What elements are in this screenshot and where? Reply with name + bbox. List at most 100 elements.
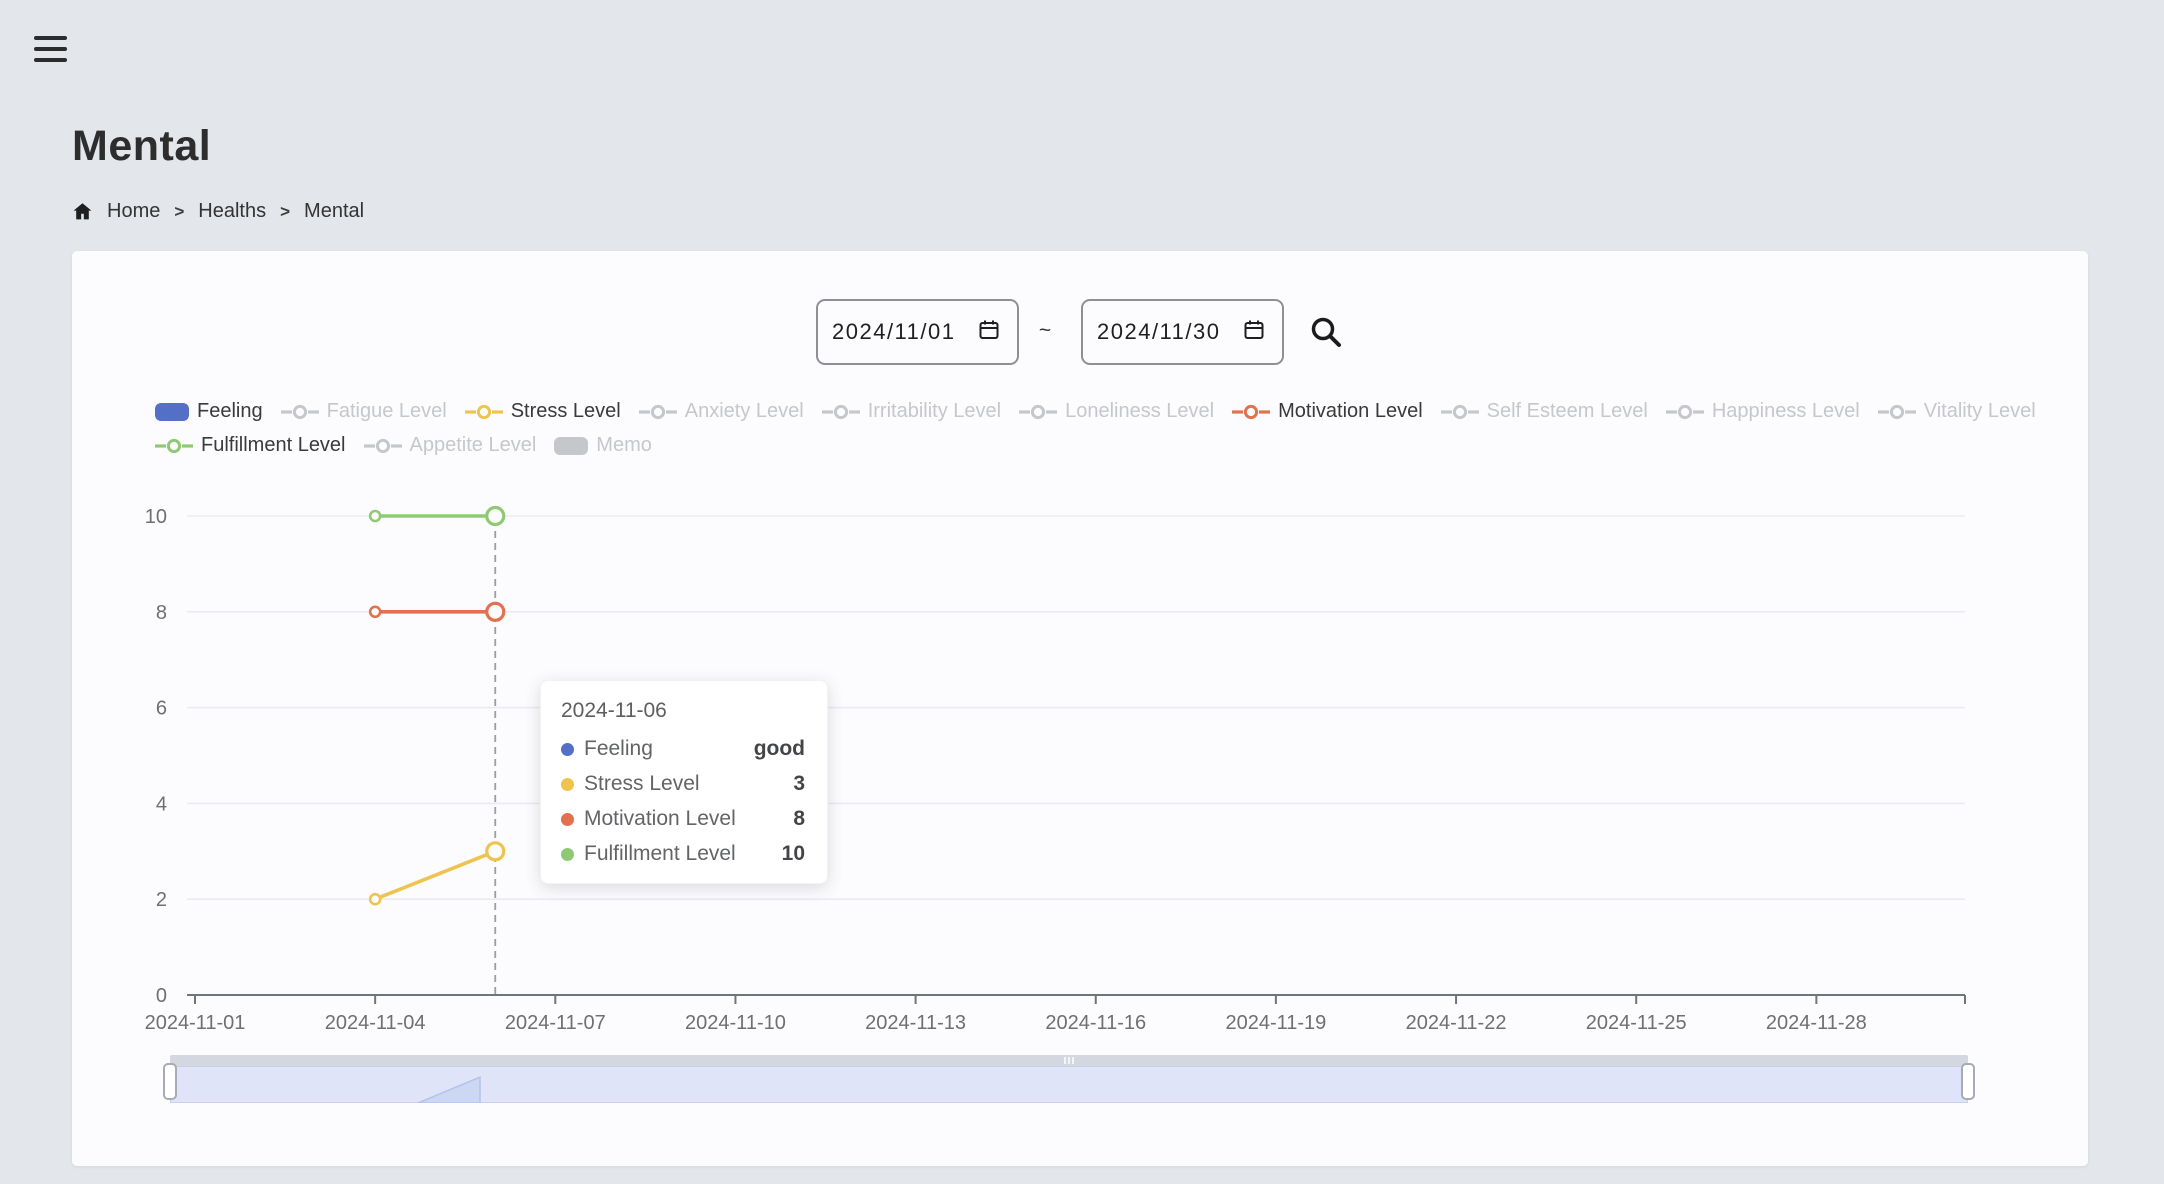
legend-label: Memo bbox=[596, 434, 652, 457]
series-line-icon bbox=[364, 438, 402, 454]
svg-text:2024-11-04: 2024-11-04 bbox=[325, 1012, 426, 1034]
svg-text:0: 0 bbox=[156, 985, 167, 1007]
legend-item-vitality-level[interactable]: Vitality Level bbox=[1878, 400, 2036, 423]
series-dot-icon bbox=[561, 778, 574, 791]
legend-label: Fatigue Level bbox=[327, 400, 447, 423]
svg-text:10: 10 bbox=[145, 506, 167, 528]
legend-item-happiness-level[interactable]: Happiness Level bbox=[1666, 400, 1860, 423]
datazoom-slider[interactable] bbox=[170, 1055, 1968, 1104]
legend-label: Fulfillment Level bbox=[201, 434, 346, 457]
legend-label: Self Esteem Level bbox=[1487, 400, 1648, 423]
legend-label: Happiness Level bbox=[1712, 400, 1860, 423]
legend-item-fatigue-level[interactable]: Fatigue Level bbox=[281, 400, 447, 423]
legend-item-irritability-level[interactable]: Irritability Level bbox=[822, 400, 1001, 423]
svg-text:2024-11-19: 2024-11-19 bbox=[1225, 1012, 1326, 1034]
svg-text:2024-11-28: 2024-11-28 bbox=[1766, 1012, 1867, 1034]
legend-label: Stress Level bbox=[511, 400, 621, 423]
start-date-input[interactable]: 2024/11/01 bbox=[816, 299, 1019, 365]
chart-tooltip: 2024-11-06 Feeling good Stress Level 3 Motiv… bbox=[540, 680, 828, 884]
series-line-icon bbox=[1666, 404, 1704, 420]
breadcrumb-item-mental: Mental bbox=[304, 200, 364, 223]
legend-label: Vitality Level bbox=[1924, 400, 2036, 423]
series-line-icon bbox=[822, 404, 860, 420]
tooltip-date: 2024-11-06 bbox=[561, 699, 805, 723]
legend-item-feeling[interactable]: Feeling bbox=[155, 400, 263, 423]
svg-text:6: 6 bbox=[156, 698, 167, 720]
legend-item-fulfillment-level[interactable]: Fulfillment Level bbox=[155, 434, 346, 457]
series-line-icon bbox=[155, 438, 193, 454]
tooltip-label: Fulfillment Level bbox=[584, 841, 736, 867]
legend-label: Irritability Level bbox=[868, 400, 1001, 423]
tooltip-label: Feeling bbox=[584, 736, 653, 762]
series-dot-icon bbox=[561, 813, 574, 826]
svg-text:2024-11-16: 2024-11-16 bbox=[1045, 1012, 1146, 1034]
page-title: Mental bbox=[72, 122, 211, 171]
house-icon[interactable] bbox=[72, 201, 93, 222]
svg-text:2024-11-13: 2024-11-13 bbox=[865, 1012, 966, 1034]
chevron-right-icon: > bbox=[174, 202, 184, 222]
legend-label: Appetite Level bbox=[410, 434, 537, 457]
grip-icon bbox=[1064, 1057, 1074, 1064]
tooltip-label: Motivation Level bbox=[584, 806, 736, 832]
svg-text:2024-11-10: 2024-11-10 bbox=[685, 1012, 786, 1034]
series-rect-icon bbox=[554, 437, 588, 455]
chart-legend: Feeling Fatigue Level Stress Level Anxiety … bbox=[155, 400, 2065, 457]
breadcrumb: Home > Healths > Mental bbox=[72, 200, 364, 223]
tooltip-row-motivation-level: Motivation Level 8 bbox=[561, 806, 805, 832]
datazoom-right-handle[interactable] bbox=[1961, 1063, 1975, 1100]
svg-text:2024-11-07: 2024-11-07 bbox=[505, 1012, 606, 1034]
svg-text:8: 8 bbox=[156, 602, 167, 624]
search-button[interactable] bbox=[1304, 311, 1348, 355]
breadcrumb-item-home[interactable]: Home bbox=[107, 200, 160, 223]
chevron-right-icon: > bbox=[280, 202, 290, 222]
legend-label: Loneliness Level bbox=[1065, 400, 1214, 423]
svg-text:2024-11-01: 2024-11-01 bbox=[145, 1012, 246, 1034]
magnifier-icon bbox=[1308, 314, 1344, 353]
date-range-separator: ~ bbox=[1030, 319, 1060, 343]
tooltip-row-feeling: Feeling good bbox=[561, 736, 805, 762]
end-date-value: 2024/11/30 bbox=[1097, 319, 1220, 345]
page: { "page": { "title": "Mental", "backgrou… bbox=[0, 0, 2164, 1184]
tooltip-row-stress-level: Stress Level 3 bbox=[561, 771, 805, 797]
calendar-icon[interactable] bbox=[1242, 318, 1266, 347]
chart-card: 2024/11/01 ~ 2024/11/30 Feeling Fatigue L… bbox=[72, 251, 2088, 1166]
chart-plot-area[interactable] bbox=[187, 507, 1965, 997]
legend-label: Motivation Level bbox=[1278, 400, 1423, 423]
tooltip-value: 3 bbox=[793, 771, 805, 797]
series-dot-icon bbox=[561, 848, 574, 861]
series-line-icon bbox=[639, 404, 677, 420]
breadcrumb-item-healths[interactable]: Healths bbox=[198, 200, 266, 223]
start-date-value: 2024/11/01 bbox=[832, 319, 955, 345]
svg-text:2: 2 bbox=[156, 889, 167, 911]
series-line-icon bbox=[465, 404, 503, 420]
legend-item-motivation-level[interactable]: Motivation Level bbox=[1232, 400, 1423, 423]
series-line-icon bbox=[1441, 404, 1479, 420]
svg-text:2024-11-25: 2024-11-25 bbox=[1586, 1012, 1687, 1034]
series-rect-icon bbox=[155, 403, 189, 421]
series-line-icon bbox=[1232, 404, 1270, 420]
legend-item-appetite-level[interactable]: Appetite Level bbox=[364, 434, 537, 457]
datazoom-left-handle[interactable] bbox=[163, 1063, 177, 1100]
series-line-icon bbox=[1019, 404, 1057, 420]
legend-item-self-esteem-level[interactable]: Self Esteem Level bbox=[1441, 400, 1648, 423]
legend-item-loneliness-level[interactable]: Loneliness Level bbox=[1019, 400, 1214, 423]
end-date-input[interactable]: 2024/11/30 bbox=[1081, 299, 1284, 365]
legend-label: Feeling bbox=[197, 400, 263, 423]
tooltip-value: 10 bbox=[782, 841, 805, 867]
datazoom-selected-area[interactable] bbox=[170, 1066, 1968, 1103]
datazoom-move-handle[interactable] bbox=[170, 1055, 1968, 1066]
tooltip-value: good bbox=[754, 736, 805, 762]
series-line-icon bbox=[1878, 404, 1916, 420]
legend-item-stress-level[interactable]: Stress Level bbox=[465, 400, 621, 423]
calendar-icon[interactable] bbox=[977, 318, 1001, 347]
tooltip-label: Stress Level bbox=[584, 771, 700, 797]
series-dot-icon bbox=[561, 743, 574, 756]
series-line-icon bbox=[281, 404, 319, 420]
menu-hamburger-icon[interactable] bbox=[34, 36, 68, 62]
legend-item-memo[interactable]: Memo bbox=[554, 434, 652, 457]
svg-text:2024-11-22: 2024-11-22 bbox=[1406, 1012, 1507, 1034]
tooltip-value: 8 bbox=[793, 806, 805, 832]
legend-item-anxiety-level[interactable]: Anxiety Level bbox=[639, 400, 804, 423]
legend-label: Anxiety Level bbox=[685, 400, 804, 423]
tooltip-row-fulfillment-level: Fulfillment Level 10 bbox=[561, 841, 805, 867]
